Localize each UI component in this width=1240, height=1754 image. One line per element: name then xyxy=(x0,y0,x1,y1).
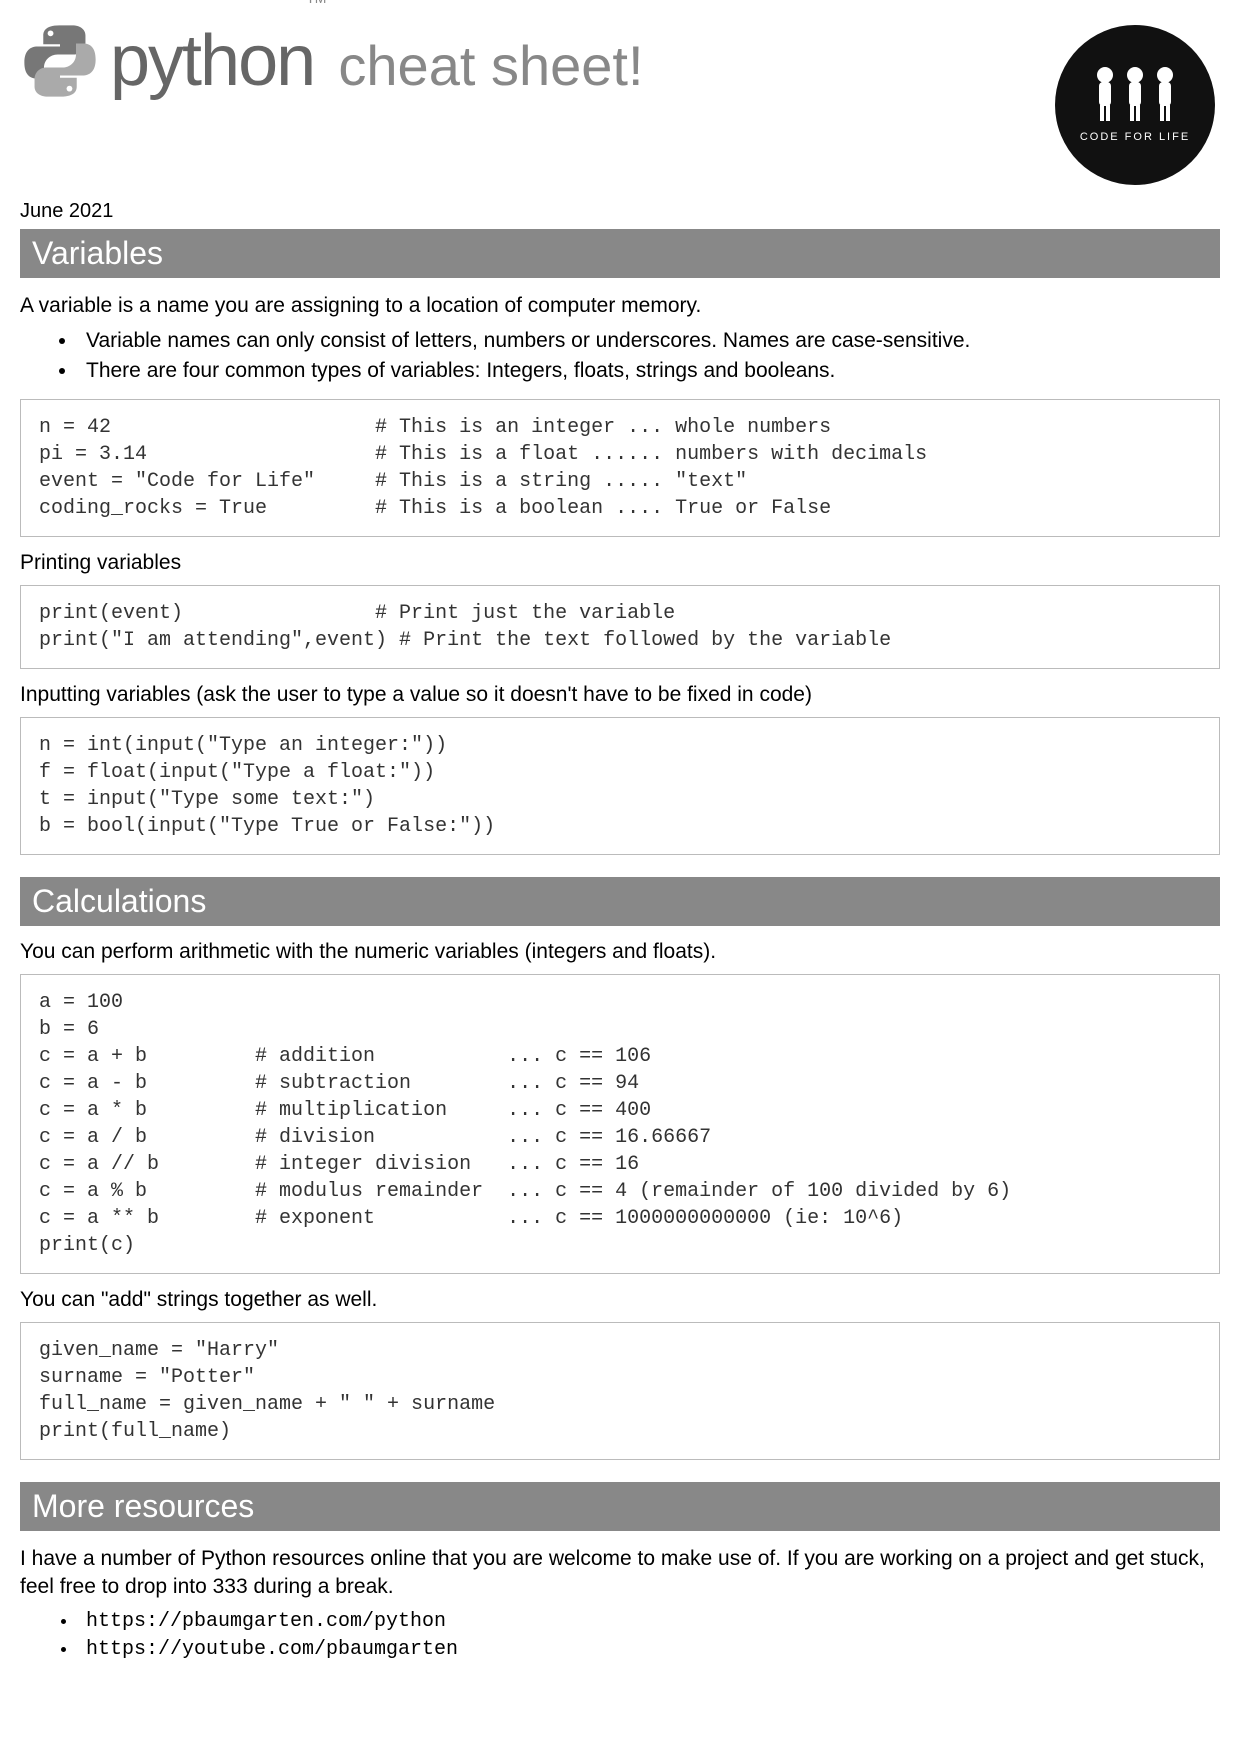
document-date: June 2021 xyxy=(20,200,1220,223)
section-header-calculations: Calculations xyxy=(20,877,1220,926)
resource-link-1[interactable]: https://pbaumgarten.com/python xyxy=(78,1608,1220,1636)
variables-code-1: n = 42 # This is an integer ... whole nu… xyxy=(20,399,1220,537)
calculations-subheading-strings: You can "add" strings together as well. xyxy=(20,1288,1220,1312)
code-for-life-badge-icon: CODE FOR LIFE xyxy=(1050,20,1220,190)
badge-text: CODE FOR LIFE xyxy=(1080,131,1190,143)
title-block: pythonTMcheat sheet! xyxy=(20,20,644,102)
resource-link-2[interactable]: https://youtube.com/pbaumgarten xyxy=(78,1636,1220,1664)
variables-bullets: Variable names can only consist of lette… xyxy=(78,326,1220,385)
variables-intro: A variable is a name you are assigning t… xyxy=(20,292,1220,320)
variables-code-3: n = int(input("Type an integer:")) f = f… xyxy=(20,717,1220,855)
title-row: pythonTMcheat sheet! xyxy=(20,20,644,102)
variables-code-2: print(event) # Print just the variable p… xyxy=(20,585,1220,669)
resources-intro: I have a number of Python resources onli… xyxy=(20,1545,1220,1602)
variables-bullet-2: There are four common types of variables… xyxy=(78,356,1220,385)
variables-bullet-1: Variable names can only consist of lette… xyxy=(78,326,1220,355)
page-header: pythonTMcheat sheet! CODE FOR LIFE xyxy=(20,20,1220,190)
section-header-variables: Variables xyxy=(20,229,1220,278)
calculations-code-2: given_name = "Harry" surname = "Potter" … xyxy=(20,1322,1220,1460)
variables-subheading-input: Inputting variables (ask the user to typ… xyxy=(20,683,1220,707)
calculations-intro: You can perform arithmetic with the nume… xyxy=(20,940,1220,964)
title-subtitle: cheat sheet! xyxy=(338,34,643,97)
section-header-resources: More resources xyxy=(20,1482,1220,1531)
title-main: pythonTMcheat sheet! xyxy=(110,20,644,102)
variables-subheading-print: Printing variables xyxy=(20,551,1220,575)
title-tm: TM xyxy=(306,0,326,6)
title-python: python xyxy=(110,21,314,101)
python-logo-icon xyxy=(20,21,100,101)
calculations-code-1: a = 100 b = 6 c = a + b # addition ... c… xyxy=(20,974,1220,1274)
resources-links: https://pbaumgarten.com/python https://y… xyxy=(78,1608,1220,1664)
